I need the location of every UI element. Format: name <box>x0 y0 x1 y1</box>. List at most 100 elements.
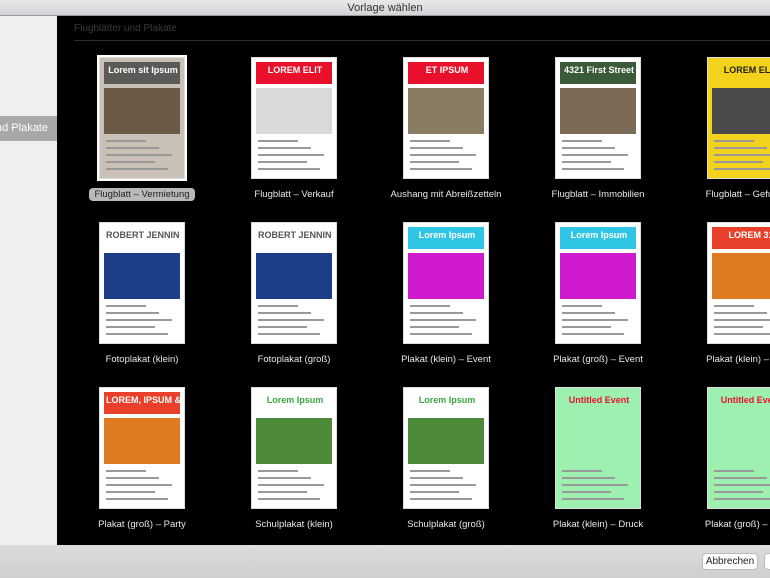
template-tile[interactable]: Lorem sit Ipsum Flugblatt – Vermietung <box>66 55 218 202</box>
window-title: Vorlage wählen <box>0 0 770 16</box>
template-gallery: Flugblätter und Plakate Lorem sit Ipsum F… <box>57 16 770 545</box>
template-thumbnail[interactable]: ROBERT JENNINGS <box>99 222 185 344</box>
template-tile[interactable]: Lorem Ipsum Plakat (groß) – Event <box>522 222 674 367</box>
thumbnail-text-line <box>562 140 602 142</box>
thumbnail-image <box>712 253 770 299</box>
thumbnail-text-line <box>714 305 754 307</box>
template-tile[interactable]: 4321 First Street Flugblatt – Immobilien <box>522 57 674 202</box>
thumbnail-text-line <box>106 477 159 479</box>
template-tile[interactable]: ET IPSUM Aushang mit Abreißzetteln <box>370 57 522 202</box>
thumbnail-text-line <box>410 333 472 335</box>
template-tile[interactable]: Lorem Ipsum Plakat (klein) – Event <box>370 222 522 367</box>
template-label: Plakat (klein) – Event <box>401 354 491 365</box>
thumbnail-text-line <box>562 319 628 321</box>
thumbnail-text-line <box>258 484 324 486</box>
template-thumbnail[interactable]: Untitled Event <box>555 387 641 509</box>
template-tile[interactable]: Lorem Ipsum Schulplakat (klein) <box>218 387 370 532</box>
thumbnail-text-line <box>258 147 311 149</box>
thumbnail-text-line <box>562 477 615 479</box>
thumbnail-headline: LOREM, IPSUM & DOLOR AMET <box>106 395 180 405</box>
thumbnail-text-line <box>714 491 763 493</box>
thumbnail-headline: LOREM ELIT <box>267 65 323 75</box>
thumbnail-text-line <box>410 319 476 321</box>
template-tile[interactable]: ROBERT JENNINGS Fotoplakat (groß) <box>218 222 370 367</box>
template-thumbnail[interactable]: Lorem sit Ipsum <box>97 55 187 181</box>
template-label: Flugblatt – Gefunden <box>705 189 770 200</box>
template-tile[interactable]: LOREM 31 Plakat (klein) – Party <box>674 222 770 367</box>
template-thumbnail[interactable]: Lorem Ipsum <box>251 387 337 509</box>
thumbnail-headline: Lorem sit Ipsum <box>108 65 178 75</box>
thumbnail-text-line <box>258 477 311 479</box>
thumbnail-text-line <box>562 491 611 493</box>
thumbnail-text-line <box>410 484 476 486</box>
sidebar: Flugblätter und Plakate <box>0 16 57 545</box>
thumbnail-text-line <box>714 312 767 314</box>
template-tile[interactable]: Lorem Ipsum Schulplakat (groß) <box>370 387 522 532</box>
thumbnail-text-line <box>410 305 450 307</box>
thumbnail-image <box>256 253 332 299</box>
thumbnail-headline: Untitled Event <box>720 395 770 405</box>
thumbnail-text-line <box>714 140 754 142</box>
thumbnail-text-line <box>562 498 624 500</box>
template-thumbnail[interactable]: Lorem Ipsum <box>555 222 641 344</box>
thumbnail-headline: LOREM 31 <box>728 230 770 240</box>
thumbnail-text-line <box>562 333 624 335</box>
thumbnail-text-line <box>714 484 770 486</box>
thumbnail-text-line <box>106 312 159 314</box>
thumbnail-text-line <box>410 140 450 142</box>
thumbnail-image <box>256 88 332 134</box>
template-thumbnail[interactable]: LOREM ELIT <box>251 57 337 179</box>
template-thumbnail[interactable]: Lorem Ipsum <box>403 222 489 344</box>
thumbnail-text-line <box>714 498 770 500</box>
thumbnail-image <box>560 88 636 134</box>
thumbnail-text-line <box>410 154 476 156</box>
bottom-bar: Abbrechen <box>0 545 770 578</box>
template-thumbnail[interactable]: LOREM, IPSUM & DOLOR AMET <box>99 387 185 509</box>
thumbnail-text-line <box>410 312 463 314</box>
template-thumbnail[interactable]: 4321 First Street <box>555 57 641 179</box>
thumbnail-text-line <box>106 305 146 307</box>
thumbnail-text-line <box>258 305 298 307</box>
template-thumbnail[interactable]: ROBERT JENNINGS <box>251 222 337 344</box>
template-label: Plakat (klein) – Druck <box>552 519 644 530</box>
thumbnail-text-line <box>410 470 450 472</box>
template-tile[interactable]: Untitled Event Plakat (groß) – Druck <box>674 387 770 532</box>
thumbnail-headline: Untitled Event <box>568 395 630 405</box>
template-label: Plakat (groß) – Druck <box>704 519 770 530</box>
thumbnail-text-line <box>714 154 770 156</box>
template-thumbnail[interactable]: LOREM 31 <box>707 222 770 344</box>
thumbnail-text-line <box>562 154 628 156</box>
thumbnail-text-line <box>106 140 146 142</box>
template-tile[interactable]: Untitled Event Plakat (klein) – Druck <box>522 387 674 532</box>
template-tile[interactable]: LOREM ELIT Flugblatt – Gefunden <box>674 57 770 202</box>
thumbnail-text-line <box>258 319 324 321</box>
template-thumbnail[interactable]: Untitled Event <box>707 387 770 509</box>
thumbnail-text-line <box>106 319 172 321</box>
thumbnail-text-line <box>258 470 298 472</box>
template-thumbnail[interactable]: LOREM ELIT <box>707 57 770 179</box>
thumbnail-text-line <box>562 470 602 472</box>
template-thumbnail[interactable]: Lorem Ipsum <box>403 387 489 509</box>
thumbnail-text-line <box>562 312 615 314</box>
thumbnail-text-line <box>258 140 298 142</box>
thumbnail-headline: 4321 First Street <box>563 65 635 75</box>
thumbnail-image <box>712 418 770 464</box>
thumbnail-image <box>712 88 770 134</box>
thumbnail-text-line <box>410 498 472 500</box>
sidebar-item-flyers-posters[interactable]: Flugblätter und Plakate <box>0 116 57 141</box>
thumbnail-text-line <box>714 326 763 328</box>
thumbnail-text-line <box>562 161 611 163</box>
template-tile[interactable]: LOREM, IPSUM & DOLOR AMET Plakat (groß) –… <box>66 387 218 532</box>
thumbnail-text-line <box>714 477 767 479</box>
thumbnail-text-line <box>410 168 472 170</box>
template-label: Schulplakat (klein) <box>255 519 333 530</box>
thumbnail-text-line <box>106 147 159 149</box>
thumbnail-image <box>560 253 636 299</box>
template-tile[interactable]: ROBERT JENNINGS Fotoplakat (klein) <box>66 222 218 367</box>
cancel-button[interactable]: Abbrechen <box>702 553 758 570</box>
template-thumbnail[interactable]: ET IPSUM <box>403 57 489 179</box>
section-title: Flugblätter und Plakate <box>74 23 177 34</box>
thumbnail-text-line <box>714 168 770 170</box>
choose-button[interactable] <box>764 553 770 570</box>
template-tile[interactable]: LOREM ELIT Flugblatt – Verkauf <box>218 57 370 202</box>
